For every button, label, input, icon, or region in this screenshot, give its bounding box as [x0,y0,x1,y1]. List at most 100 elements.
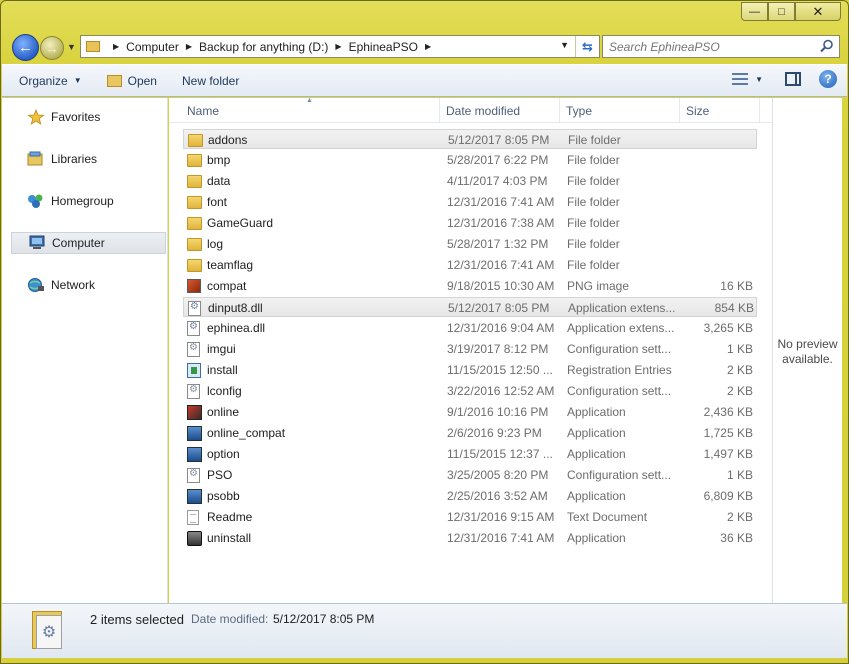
sidebar-item-libraries[interactable]: Libraries [11,148,166,170]
file-icon-cell [187,150,203,170]
file-row[interactable]: online 9/1/2016 10:16 PM Application 2,436 … [183,402,757,422]
file-row[interactable]: bmp 5/28/2017 6:22 PM File folder [183,150,757,170]
details-pane: ⚙ 2 items selected Date modified: 5/12/2… [2,603,847,658]
file-row[interactable]: PSO 3/25/2005 8:20 PM Configuration sett..… [183,465,757,485]
file-date-modified: 11/15/2015 12:37 ... [447,447,553,461]
preview-pane-icon[interactable] [785,72,801,86]
date-modified-label: Date modified: [191,612,269,626]
file-name: compat [207,279,247,293]
breadcrumb-separator-icon[interactable]: ▶ [113,42,119,51]
file-row[interactable]: psobb 2/25/2016 3:52 AM Application 6,809 K… [183,486,757,506]
column-size[interactable]: Size [680,98,760,123]
minimize-button[interactable]: — [741,2,768,21]
application-icon [187,404,202,420]
file-icon-cell [188,298,204,318]
column-name[interactable]: Name [181,98,440,123]
sidebar-item-homegroup[interactable]: Homegroup [11,190,166,212]
close-button[interactable]: ✕ [795,2,841,21]
file-row[interactable]: lconfig 3/22/2016 12:52 AM Configuration s… [183,381,757,401]
file-date-modified: 4/11/2017 4:03 PM [447,174,548,188]
file-type: File folder [567,153,620,167]
file-row[interactable]: install 11/15/2015 12:50 ... Registration … [183,360,757,380]
file-row[interactable]: uninstall 12/31/2016 7:41 AM Application 36… [183,528,757,548]
file-date-modified: 5/28/2017 1:32 PM [447,237,549,251]
file-date-modified: 5/28/2017 6:22 PM [447,153,549,167]
file-row[interactable]: teamflag 12/31/2016 7:41 AM File folder [183,255,757,275]
file-date-modified: 12/31/2016 7:38 AM [447,216,555,230]
help-icon[interactable]: ? [819,70,837,88]
forward-button[interactable]: → [40,36,64,60]
file-name: data [207,174,231,188]
file-row[interactable]: ephinea.dll 12/31/2016 9:04 AM Application… [183,318,757,338]
change-view-icon[interactable] [732,73,749,85]
search-box[interactable] [602,35,840,58]
file-icon-cell [187,381,203,401]
file-row[interactable]: option 11/15/2015 12:37 ... Application 1,4… [183,444,757,464]
file-row[interactable]: addons 5/12/2017 8:05 PM File folder [183,129,757,149]
file-size: 3,265 KB [703,321,753,335]
column-type[interactable]: Type [560,98,680,123]
file-name: font [207,195,228,209]
application-icon [187,446,202,462]
address-dropdown-chevron-down-icon[interactable]: ▼ [560,40,569,50]
file-date-modified: 2/25/2016 3:52 AM [447,489,548,503]
file-type: Configuration sett... [567,468,672,482]
file-icon-cell [187,528,203,548]
file-row[interactable]: imgui 3/19/2017 8:12 PM Configuration sett… [183,339,757,359]
breadcrumb-separator-icon[interactable]: ▶ [335,42,341,51]
back-button[interactable]: ← [12,34,39,61]
file-row[interactable]: dinput8.dll 5/12/2017 8:05 PM Application … [183,297,757,317]
file-size: 1,725 KB [703,426,753,440]
file-size [681,255,753,275]
file-icon-cell [188,130,204,150]
search-icon[interactable] [820,39,834,53]
search-input[interactable] [609,39,809,54]
maximize-button[interactable]: □ [768,2,795,21]
config-file-icon [187,383,200,399]
breadcrumb-separator-icon[interactable]: ▶ [186,42,192,51]
refresh-button[interactable]: ⇆ [575,36,599,57]
breadcrumb-separator-icon[interactable]: ▶ [425,42,431,51]
file-icon-cell [187,276,203,296]
file-row[interactable]: font 12/31/2016 7:41 AM File folder [183,192,757,212]
sidebar-item-computer[interactable]: Computer [11,232,166,254]
file-icon-cell [187,192,203,212]
file-size: 16 KB [720,279,753,293]
file-type: Application [567,447,626,461]
breadcrumb-drive[interactable]: Backup for anything (D:) [199,40,328,54]
file-row[interactable]: online_compat 2/6/2016 9:23 PM Application… [183,423,757,443]
open-label: Open [127,73,157,88]
folder-icon [188,133,203,147]
file-row[interactable]: data 4/11/2017 4:03 PM File folder [183,171,757,191]
breadcrumb-computer[interactable]: Computer [126,40,179,54]
file-row[interactable]: log 5/28/2017 1:32 PM File folder [183,234,757,254]
file-name: online_compat [207,426,286,440]
file-date-modified: 12/31/2016 9:04 AM [447,321,555,335]
new-folder-button[interactable]: New folder [174,69,247,93]
file-type: Application [567,426,626,440]
file-row[interactable]: GameGuard 12/31/2016 7:38 AM File folder [183,213,757,233]
dll-icon [187,320,200,336]
column-date-modified[interactable]: Date modified [440,98,560,123]
file-row[interactable]: Readme 12/31/2016 9:15 AM Text Document 2 K… [183,507,757,527]
no-preview-text: No preview available. [777,336,838,366]
sidebar-item-label: Network [51,278,96,292]
sidebar-item-favorites[interactable]: Favorites [11,106,166,128]
file-icon-cell [187,318,203,338]
breadcrumb-folder[interactable]: EphineaPSO [349,40,418,54]
recent-pages-chevron-down-icon[interactable]: ▼ [67,42,76,52]
file-type: Registration Entries [567,363,672,377]
file-type: File folder [567,174,620,188]
file-size: 1 KB [726,342,753,356]
config-file-icon [187,467,200,483]
view-options-chevron-down-icon[interactable]: ▼ [755,75,763,84]
file-date-modified: 9/18/2015 10:30 AM [447,279,555,293]
address-bar[interactable]: ▶ Computer ▶ Backup for anything (D:) ▶ … [80,35,600,58]
open-button[interactable]: Open [99,69,165,93]
sidebar-item-network[interactable]: Network [11,274,166,296]
file-icon-cell [187,486,203,506]
png-image-icon [187,279,201,293]
preview-pane: No preview available. [772,98,842,603]
file-row[interactable]: compat 9/18/2015 10:30 AM PNG image 16 KB [183,276,757,296]
organize-button[interactable]: Organize ▼ [11,69,90,93]
